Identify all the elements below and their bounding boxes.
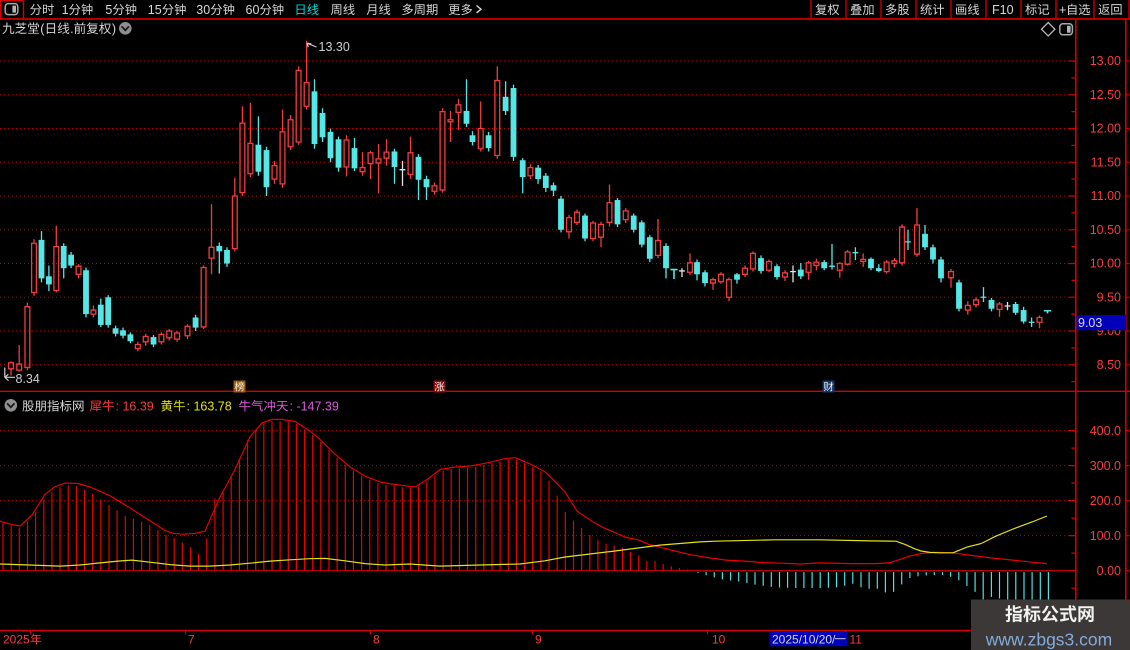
svg-text:8: 8 xyxy=(373,633,380,647)
svg-text:2025/10/20/: 2025/10/20/ xyxy=(772,633,836,647)
svg-text:+: + xyxy=(1059,3,1066,17)
svg-text:8.50: 8.50 xyxy=(1097,358,1121,372)
svg-text:9: 9 xyxy=(535,633,542,647)
svg-text:13.30: 13.30 xyxy=(319,40,350,54)
svg-text:7: 7 xyxy=(188,633,195,647)
svg-text:www.zbgs3.com: www.zbgs3.com xyxy=(985,630,1112,650)
svg-text:10.50: 10.50 xyxy=(1090,223,1121,237)
svg-text:12.50: 12.50 xyxy=(1090,88,1121,102)
svg-text:11.50: 11.50 xyxy=(1091,155,1121,169)
svg-text:11: 11 xyxy=(850,633,863,647)
svg-text:200.0: 200.0 xyxy=(1090,494,1121,508)
svg-text:100.0: 100.0 xyxy=(1090,529,1121,543)
svg-text:60: 60 xyxy=(246,3,260,17)
svg-text:1: 1 xyxy=(62,3,69,17)
svg-text:0.00: 0.00 xyxy=(1097,564,1121,578)
svg-text:9.50: 9.50 xyxy=(1097,290,1121,304)
svg-text:13.00: 13.00 xyxy=(1090,54,1121,68)
svg-text:.: . xyxy=(70,22,73,36)
svg-text:30: 30 xyxy=(196,3,210,17)
svg-text:11.00: 11.00 xyxy=(1091,189,1121,203)
svg-text:10: 10 xyxy=(712,633,726,647)
svg-text:10.00: 10.00 xyxy=(1090,257,1121,271)
svg-text:300.0: 300.0 xyxy=(1090,459,1121,473)
svg-text:2025: 2025 xyxy=(3,633,30,647)
svg-text:5: 5 xyxy=(105,3,112,17)
svg-text:15: 15 xyxy=(148,3,162,17)
svg-text:: 16.39: : 16.39 xyxy=(116,400,154,414)
svg-text:8.34: 8.34 xyxy=(16,372,40,386)
svg-text:9.03: 9.03 xyxy=(1078,316,1102,330)
svg-text:F10: F10 xyxy=(992,3,1014,17)
svg-text:12.00: 12.00 xyxy=(1090,122,1121,136)
svg-text:400.0: 400.0 xyxy=(1090,424,1121,438)
svg-text:: 163.78: : 163.78 xyxy=(187,400,232,414)
svg-text:: -147.39: : -147.39 xyxy=(290,400,339,414)
svg-text:): ) xyxy=(112,22,116,36)
